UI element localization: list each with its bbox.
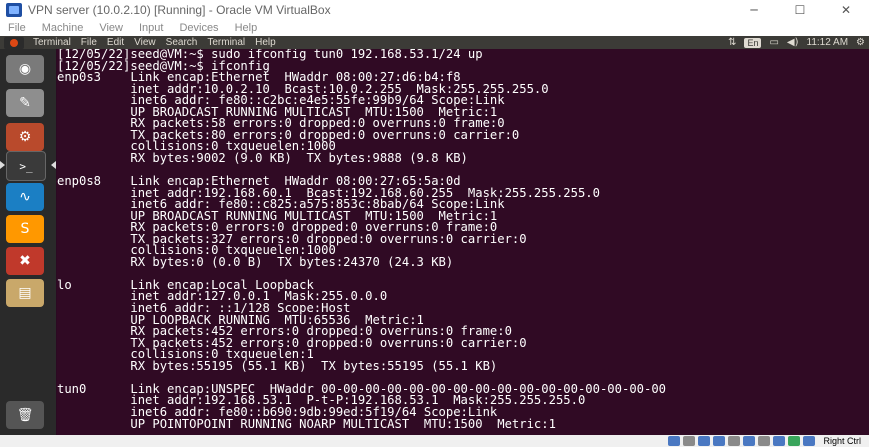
menu-devices[interactable]: Devices — [179, 22, 218, 34]
menu-input[interactable]: Input — [139, 22, 163, 34]
sublime-icon: S — [20, 221, 30, 237]
trash-launcher[interactable]: 🗑 — [6, 401, 44, 429]
menu-file[interactable]: File — [8, 22, 26, 34]
clock[interactable]: 11:12 AM — [807, 37, 849, 48]
terminal-launcher[interactable]: >_ — [6, 151, 46, 181]
wireshark-launcher[interactable]: ∿ — [6, 183, 44, 211]
gear-icon[interactable]: ⚙ — [856, 37, 865, 48]
guest-menu-search[interactable]: Search — [166, 37, 198, 48]
keyboard-layout-indicator[interactable]: En — [744, 37, 762, 48]
shared-folders-icon[interactable] — [743, 436, 756, 446]
focused-indicator-terminal — [51, 161, 56, 169]
wireshark-icon: ∿ — [19, 189, 31, 205]
guest-menu-edit[interactable]: Edit — [107, 37, 124, 48]
guest-top-panel: Terminal File Edit View Search Terminal … — [0, 36, 869, 49]
menu-view[interactable]: View — [99, 22, 123, 34]
hard-disk-icon[interactable] — [668, 436, 681, 446]
ubuntu-logo-icon: ◉ — [18, 61, 32, 77]
virtualbox-icon — [6, 3, 22, 17]
guest-menu-help[interactable]: Help — [255, 37, 276, 48]
display-icon[interactable] — [758, 436, 771, 446]
launcher: ◉ ✎ ⚙ >_ ∿ S ✖ ▤ 🗑 — [0, 49, 56, 435]
terminal-app-icon — [4, 36, 24, 49]
optical-drive-icon[interactable] — [683, 436, 696, 446]
terminal-line: RX bytes:55195 (55.1 KB) TX bytes:55195 … — [57, 358, 498, 373]
dash-home-button[interactable]: ◉ — [6, 55, 44, 83]
red-app-icon: ✖ — [19, 253, 31, 269]
settings-icon: ⚙ — [18, 129, 32, 145]
terminal-line: RX bytes:9002 (9.0 KB) TX bytes:9888 (9.… — [57, 150, 468, 165]
files-launcher[interactable]: ▤ — [6, 279, 44, 307]
mouse-integration-icon[interactable] — [803, 436, 816, 446]
guest-menu-view[interactable]: View — [134, 37, 156, 48]
guest-menu-file[interactable]: File — [81, 37, 97, 48]
vbox-statusbar: Right Ctrl — [0, 435, 869, 447]
host-key-label: Right Ctrl — [823, 436, 861, 446]
menu-help[interactable]: Help — [235, 22, 258, 34]
terminal-output: [12/05/22]seed@VM:~$ sudo ifconfig tun0 … — [57, 49, 666, 430]
audio-icon[interactable] — [698, 436, 711, 446]
network-adapter-icon[interactable] — [713, 436, 726, 446]
text-editor-icon: ✎ — [19, 95, 31, 111]
battery-icon[interactable]: ▭ — [769, 37, 778, 48]
red-app-launcher[interactable]: ✖ — [6, 247, 44, 275]
close-button[interactable]: ✕ — [823, 0, 869, 20]
window-title: VPN server (10.0.2.10) [Running] - Oracl… — [28, 3, 331, 17]
terminal-icon: >_ — [19, 159, 33, 173]
guest-menu-terminal[interactable]: Terminal — [207, 37, 245, 48]
volume-icon[interactable]: ◀) — [787, 37, 799, 48]
terminal-line: UP POINTOPOINT RUNNING NOARP MULTICAST M… — [57, 416, 556, 431]
maximize-button[interactable]: ☐ — [777, 0, 823, 20]
usb-icon[interactable] — [728, 436, 741, 446]
vbox-menubar: File Machine View Input Devices Help — [0, 20, 869, 36]
terminal-window[interactable]: [12/05/22]seed@VM:~$ sudo ifconfig tun0 … — [57, 49, 869, 435]
system-settings-launcher[interactable]: ⚙ — [6, 123, 44, 151]
system-tray: ⇅ En ▭ ◀) 11:12 AM ⚙ — [728, 36, 865, 49]
minimize-button[interactable]: ─ — [731, 0, 777, 20]
guest-menu-terminal-title: Terminal — [33, 37, 71, 48]
recording-icon[interactable] — [773, 436, 786, 446]
files-icon: ▤ — [18, 285, 32, 301]
window-controls: ─ ☐ ✕ — [731, 0, 869, 20]
vbox-titlebar: VPN server (10.0.2.10) [Running] - Oracl… — [0, 0, 869, 20]
terminal-line: RX bytes:0 (0.0 B) TX bytes:24370 (24.3 … — [57, 254, 454, 269]
sublime-launcher[interactable]: S — [6, 215, 44, 243]
text-editor-launcher[interactable]: ✎ — [6, 89, 44, 117]
network-icon[interactable]: ⇅ — [728, 37, 736, 48]
trash-icon: 🗑 — [16, 407, 34, 423]
cpu-icon[interactable] — [788, 436, 801, 446]
menu-machine[interactable]: Machine — [42, 22, 84, 34]
running-indicator-terminal — [0, 161, 5, 169]
